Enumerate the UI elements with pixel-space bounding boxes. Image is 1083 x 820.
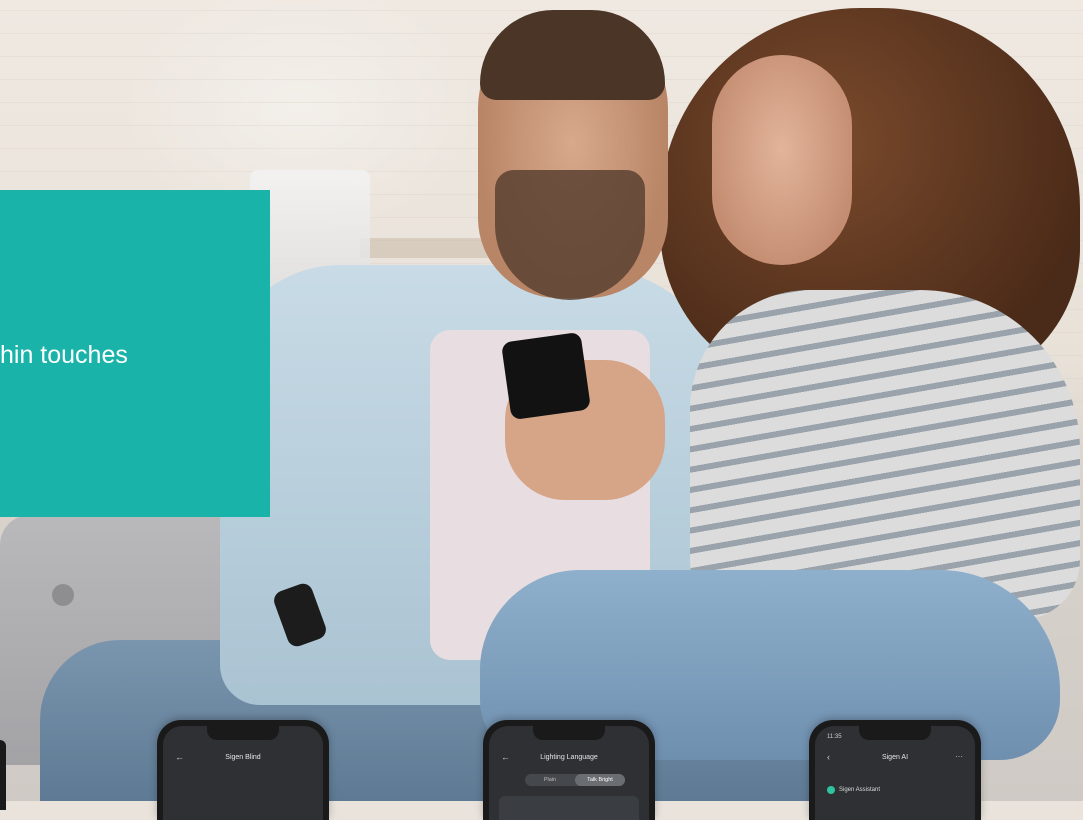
woman-face [712,55,852,265]
held-smartphone [500,331,592,421]
assistant-label: Sigen Assistant [839,787,881,793]
phone-notch [859,726,931,740]
phone-mockup-blind: ← Sigen Blind [157,720,329,820]
sofa-button [52,584,74,606]
phone-screen: ← Sigen Blind [163,726,323,820]
phone-mockup-lighting: ← Lighting Language Plain Talk Bright [483,720,655,820]
content-card [499,796,639,820]
phone-screen: ← Lighting Language Plain Talk Bright [489,726,649,820]
assistant-row: Sigen Assistant [827,786,880,794]
segment-talk-bright[interactable]: Talk Bright [575,774,625,786]
phone-notch [533,726,605,740]
phone-screen: 11:35 ‹ Sigen AI ··· Sigen Assistant [815,726,975,820]
promo-text: hin touches [0,341,128,369]
screen-title: Sigen AI [881,754,909,761]
segment-plain[interactable]: Plain [525,774,575,786]
phone-notch [207,726,279,740]
screen-title: Sigen Blind [225,754,261,761]
screen-title: Lighting Language [540,754,598,761]
phone-mockup-edge [0,740,6,810]
segmented-control[interactable]: Plain Talk Bright [525,774,625,786]
status-time: 11:35 [827,734,842,740]
more-icon[interactable]: ··· [955,752,963,761]
phone-mockup-ai: 11:35 ‹ Sigen AI ··· Sigen Assistant [809,720,981,820]
assistant-icon [827,786,835,794]
kitchen-shelf [360,238,500,258]
